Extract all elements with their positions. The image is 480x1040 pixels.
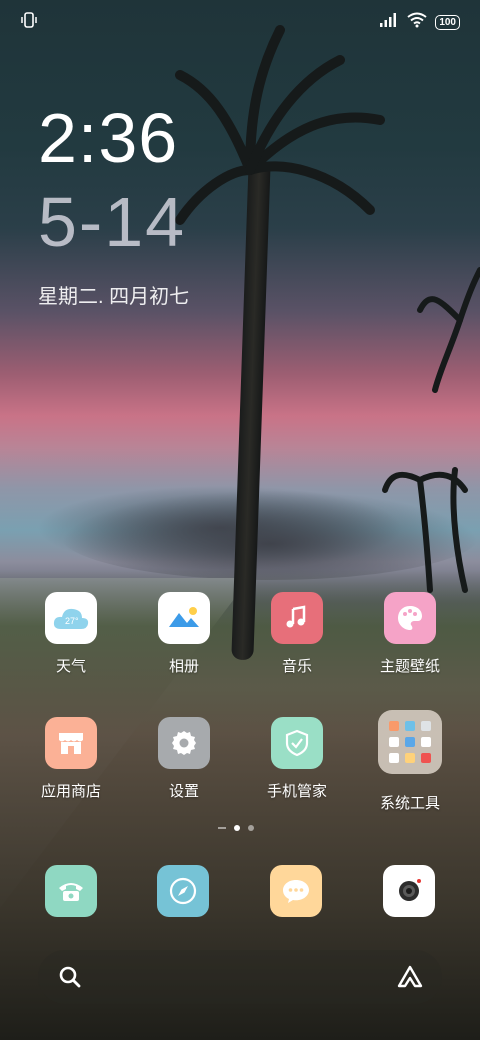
wallpaper-palm-leaves — [175, 25, 385, 225]
compass-icon — [169, 877, 197, 905]
global-search-bar[interactable] — [38, 950, 442, 1004]
app-label: 相册 — [168, 658, 199, 675]
app-label: 设置 — [168, 783, 199, 800]
vibrate-icon — [20, 11, 38, 34]
signal-icon — [379, 13, 399, 32]
dock-browser[interactable] — [157, 865, 209, 917]
page-indicator-dash — [218, 827, 226, 829]
gear-icon — [158, 717, 210, 769]
folder-icon — [378, 710, 442, 774]
app-phone-manager[interactable]: 手机管家 — [242, 717, 352, 801]
app-settings[interactable]: 设置 — [129, 717, 239, 801]
app-label: 音乐 — [281, 658, 312, 675]
folder-system-tools[interactable]: 系统工具 — [355, 710, 465, 813]
dock-camera[interactable] — [383, 865, 435, 917]
battery-indicator: 100 — [435, 15, 460, 30]
search-icon[interactable] — [58, 965, 82, 994]
app-label: 应用商店 — [40, 783, 101, 800]
weather-icon: 27° — [45, 592, 97, 644]
weather-temp: 27° — [65, 616, 79, 626]
lock-clock-time[interactable]: 2:36 — [38, 98, 178, 178]
store-icon — [45, 717, 97, 769]
dock-messages[interactable] — [270, 865, 322, 917]
app-gallery[interactable]: 相册 — [129, 592, 239, 676]
wallpaper-palms-right — [382, 267, 480, 593]
palette-icon — [384, 592, 436, 644]
shield-check-icon — [271, 717, 323, 769]
app-label: 天气 — [55, 658, 86, 675]
status-bar: 100 — [0, 0, 480, 40]
gallery-icon — [158, 592, 210, 644]
app-themes[interactable]: 主题壁纸 — [355, 592, 465, 676]
app-label: 主题壁纸 — [379, 658, 440, 675]
lock-clock-date[interactable]: 5-14 — [38, 182, 186, 262]
camera-icon — [399, 879, 421, 901]
app-store[interactable]: 应用商店 — [16, 717, 126, 801]
chat-bubble-icon — [283, 880, 309, 903]
page-dot-active — [234, 825, 240, 831]
app-music[interactable]: 音乐 — [242, 592, 352, 676]
music-note-icon — [271, 592, 323, 644]
app-weather[interactable]: 27° 天气 — [16, 592, 126, 676]
dock-phone[interactable] — [45, 865, 97, 917]
phone-icon — [59, 883, 83, 901]
lunar-date: 星期二. 四月初七 — [38, 286, 190, 308]
page-indicator[interactable] — [218, 825, 254, 831]
app-label: 手机管家 — [266, 783, 327, 800]
page-dot — [248, 825, 254, 831]
assistant-icon[interactable] — [396, 964, 424, 995]
app-label: 系统工具 — [379, 795, 440, 812]
wifi-icon — [407, 12, 427, 33]
